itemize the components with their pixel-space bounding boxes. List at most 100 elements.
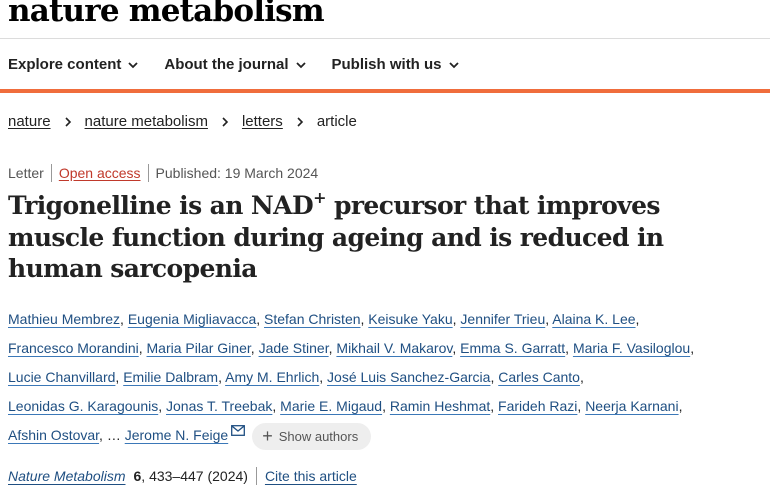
author-link[interactable]: Maria Pilar Giner: [147, 340, 251, 356]
author-link[interactable]: Stefan Christen: [264, 311, 361, 327]
chevron-down-icon: [295, 62, 306, 69]
author-link[interactable]: Keisuke Yaku: [368, 311, 452, 327]
email-icon[interactable]: [231, 425, 246, 436]
author-link[interactable]: Mikhail V. Makarov: [336, 340, 452, 356]
author-item: Maria Pilar Giner,: [147, 340, 255, 356]
open-access-link[interactable]: Open access: [59, 162, 141, 184]
author-item: Amy M. Ehrlich,: [225, 369, 323, 385]
chevron-down-icon: [448, 62, 459, 69]
author-link[interactable]: Leonidas G. Karagounis: [8, 398, 158, 414]
author-item: Neerja Karnani,: [585, 398, 682, 414]
breadcrumb-nature[interactable]: nature: [8, 111, 51, 133]
author-item: Emma S. Garratt,: [460, 340, 569, 356]
show-authors-label: Show authors: [278, 428, 359, 444]
author-link[interactable]: Lucie Chanvillard: [8, 369, 115, 385]
author-item: Marie E. Migaud,: [280, 398, 386, 414]
author-link[interactable]: Neerja Karnani: [585, 398, 678, 414]
author-separator: ,: [319, 369, 324, 385]
author-separator: ,: [138, 340, 143, 356]
nav-publish-with-us[interactable]: Publish with us: [332, 54, 460, 76]
author-link[interactable]: Alaina K. Lee: [552, 311, 635, 327]
author-separator: ,: [120, 311, 124, 327]
author-item: Alaina K. Lee,: [552, 311, 639, 327]
author-separator: ,: [115, 369, 120, 385]
article-meta: Letter Open access Published: 19 March 2…: [8, 162, 318, 184]
meta-divider: [50, 164, 52, 182]
breadcrumb-letters[interactable]: letters: [242, 111, 283, 133]
author-link[interactable]: José Luis Sanchez-Garcia: [327, 369, 490, 385]
published-date: Published: 19 March 2024: [155, 165, 319, 181]
header-divider: [0, 38, 770, 39]
author-separator: ,: [545, 311, 550, 327]
nav-publish-with-us-label: Publish with us: [331, 56, 442, 73]
accent-bar: [0, 89, 770, 93]
title-part-1: Trigonelline is an NAD: [8, 191, 314, 220]
author-link[interactable]: Jennifer Trieu: [460, 311, 545, 327]
author-link[interactable]: Afshin Ostovar: [8, 427, 99, 443]
author-item: Ramin Heshmat,: [390, 398, 494, 414]
author-separator: ,: [272, 398, 277, 414]
author-list: Mathieu Membrez, Eugenia Migliavacca, St…: [8, 305, 698, 450]
chevron-down-icon: [128, 62, 138, 69]
author-separator: ,: [690, 340, 695, 356]
author-item: Farideh Razi,: [498, 398, 581, 414]
pages-year: , 433–447 (2024): [141, 468, 248, 484]
author-link[interactable]: Jade Stiner: [259, 340, 329, 356]
author-separator: ,: [452, 311, 457, 327]
author-link[interactable]: Emilie Dalbram: [123, 369, 218, 385]
chevron-right-icon: [297, 117, 303, 127]
author-item: Emilie Dalbram,: [123, 369, 222, 385]
author-separator: ,: [579, 369, 584, 385]
author-link[interactable]: Francesco Morandini: [8, 340, 139, 356]
author-separator: ,: [382, 398, 386, 414]
journal-link[interactable]: Nature Metabolism: [8, 465, 126, 487]
author-item: Stefan Christen,: [264, 311, 364, 327]
chevron-right-icon: [64, 117, 71, 127]
volume-number: 6: [133, 468, 142, 484]
author-link[interactable]: Maria F. Vasiloglou: [573, 340, 690, 356]
author-item: Eugenia Migliavacca,: [128, 311, 260, 327]
author-item: Carles Canto,: [498, 369, 584, 385]
breadcrumb-nature-metabolism[interactable]: nature metabolism: [85, 111, 208, 133]
nav-about-journal[interactable]: About the journal: [164, 54, 306, 76]
author-link[interactable]: Amy M. Ehrlich: [225, 369, 319, 385]
show-authors-button[interactable]: + Show authors: [252, 422, 372, 450]
author-separator: ,: [678, 398, 683, 414]
author-separator: ,: [452, 340, 457, 356]
author-item: Jerome N. Feige: [125, 425, 246, 443]
author-link[interactable]: Emma S. Garratt: [460, 340, 565, 356]
breadcrumb: nature nature metabolism letters article: [8, 111, 357, 133]
author-item: Leonidas G. Karagounis,: [8, 398, 162, 414]
corresponding-author-link[interactable]: Jerome N. Feige: [125, 427, 228, 443]
author-link[interactable]: Ramin Heshmat: [390, 398, 490, 414]
author-link[interactable]: Eugenia Migliavacca: [128, 311, 256, 327]
author-item: Maria F. Vasiloglou,: [573, 340, 694, 356]
nav-explore-content-label: Explore content: [8, 56, 122, 73]
author-separator: ,: [490, 398, 495, 414]
author-separator: ,: [577, 398, 582, 414]
citation-line: Nature Metabolism 6 , 433–447 (2024) Cit…: [8, 465, 357, 487]
author-link[interactable]: Marie E. Migaud: [280, 398, 382, 414]
author-separator: ,: [99, 427, 103, 443]
meta-divider: [147, 164, 149, 182]
author-item: José Luis Sanchez-Garcia,: [327, 369, 494, 385]
plus-icon: +: [262, 425, 273, 446]
author-item: Mikhail V. Makarov,: [336, 340, 456, 356]
authors-ellipsis: …: [106, 427, 121, 443]
citation-divider: [255, 467, 257, 485]
nav-explore-content[interactable]: Explore content: [8, 54, 139, 76]
author-link[interactable]: Mathieu Membrez: [8, 311, 120, 327]
author-item: Lucie Chanvillard,: [8, 369, 119, 385]
author-separator: ,: [256, 311, 261, 327]
author-link[interactable]: Farideh Razi: [498, 398, 577, 414]
author-separator: ,: [158, 398, 163, 414]
author-separator: ,: [250, 340, 255, 356]
author-item: Keisuke Yaku,: [368, 311, 456, 327]
author-link[interactable]: Carles Canto: [498, 369, 580, 385]
journal-logo[interactable]: nature metabolism: [8, 0, 324, 32]
cite-this-article-link[interactable]: Cite this article: [265, 465, 357, 487]
article-type: Letter: [8, 165, 44, 181]
author-link[interactable]: Jonas T. Treebak: [166, 398, 272, 414]
author-separator: ,: [490, 369, 495, 385]
author-item: Francesco Morandini,: [8, 340, 143, 356]
